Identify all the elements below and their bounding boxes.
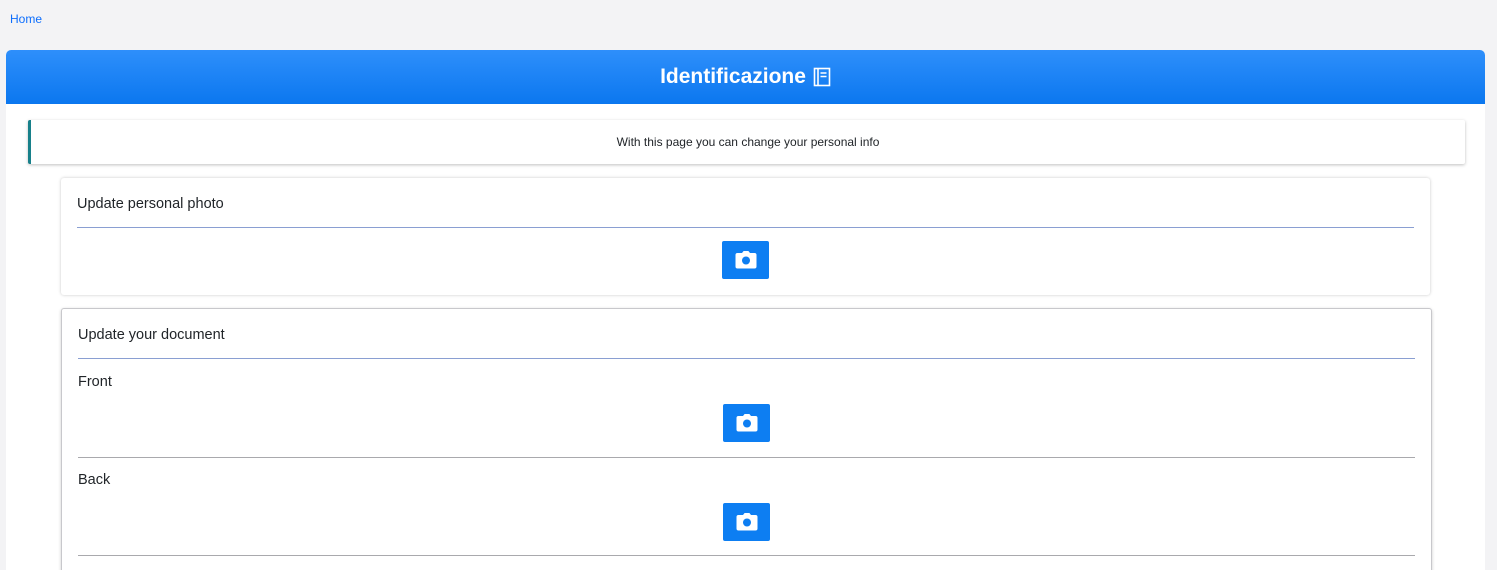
info-callout: With this page you can change your perso… — [28, 120, 1465, 164]
divider — [78, 358, 1415, 359]
info-text: With this page you can change your perso… — [616, 135, 880, 149]
page-title: Identificazione — [660, 65, 806, 88]
upload-front-button[interactable] — [723, 404, 770, 442]
divider — [77, 227, 1414, 228]
top-bar: Home — [0, 0, 1497, 48]
breadcrumb-home-link[interactable]: Home — [10, 12, 42, 26]
camera-icon — [736, 513, 757, 531]
document-title: Update your document — [78, 327, 225, 343]
back-label: Back — [78, 472, 111, 488]
divider — [78, 457, 1415, 458]
personal-photo-title: Update personal photo — [77, 196, 224, 212]
page-header: Identificazione — [6, 50, 1485, 104]
camera-icon — [736, 414, 757, 432]
camera-icon — [735, 251, 756, 269]
personal-photo-card: Update personal photo — [61, 178, 1430, 295]
upload-back-button[interactable] — [723, 503, 770, 541]
document-card: Update your document Front Back — [61, 308, 1432, 570]
upload-photo-button[interactable] — [722, 241, 769, 279]
divider — [78, 555, 1415, 556]
main-card: Identificazione With this page you can c… — [6, 50, 1485, 570]
front-label: Front — [78, 374, 112, 390]
book-icon — [813, 67, 831, 87]
